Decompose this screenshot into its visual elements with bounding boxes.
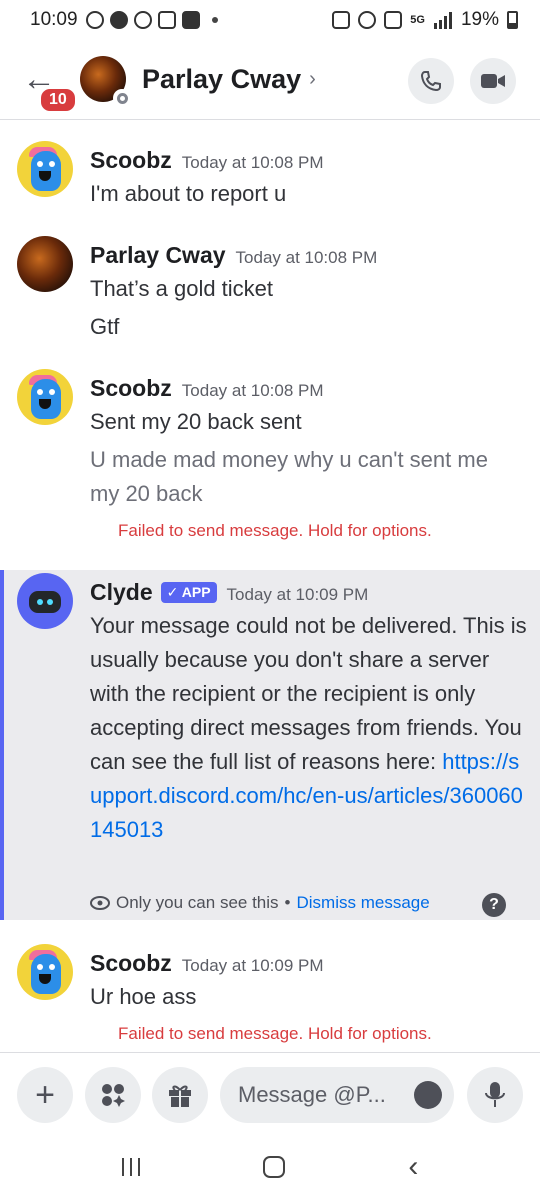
avatar[interactable] [17,141,73,197]
battery-icon [507,11,518,29]
channel-title-text: Parlay Cway [142,64,302,94]
message-input-container[interactable] [220,1067,454,1123]
alarm-icon [358,11,377,29]
folder-icon [181,11,200,29]
timestamp: Today at 10:08 PM [235,248,378,267]
dismiss-message-link[interactable]: Dismiss message [296,893,429,913]
author-name[interactable]: Scoobz Today at 10:09 PM [90,950,324,977]
eye-icon [90,896,110,910]
message-text: Ur hoe ass [90,984,197,1009]
ephemeral-notice: Only you can see this • Dismiss message [90,893,430,913]
gift-icon [169,1085,191,1107]
offline-status-icon [113,89,131,107]
failed-send-notice[interactable]: Failed to send message. Hold for options… [118,521,432,541]
voice-message-button[interactable] [467,1067,523,1123]
channel-title[interactable]: Parlay Cway › [142,64,316,95]
battery-percent: 19% [460,9,499,30]
attach-button[interactable]: + [17,1067,73,1123]
voice-call-button[interactable] [408,58,454,104]
status-time: 10:09 [30,9,78,30]
channel-header: ← 10 Parlay Cway › [0,40,540,120]
message-text: Your message could not be delivered. Thi… [90,609,530,847]
timestamp: Today at 10:08 PM [181,153,324,172]
more-notifications-icon [211,17,218,23]
emoji-icon[interactable] [414,1081,442,1109]
network-type: 5G [410,14,425,26]
notification-icons [85,11,218,29]
video-call-button[interactable] [470,58,516,104]
message-list[interactable]: Scoobz Today at 10:08 PM I'm about to rep… [0,121,540,1051]
avatar[interactable] [17,944,73,1000]
mute-icon [384,11,403,29]
microphone-icon [485,1082,505,1107]
game-icon [133,11,152,29]
author-name[interactable]: Scoobz Today at 10:08 PM [90,147,324,174]
timestamp: Today at 10:08 PM [181,381,324,400]
message-text: I'm about to report u [90,181,287,206]
chevron-right-icon: › [309,68,316,90]
author-name[interactable]: Parlay Cway Today at 10:08 PM [90,242,377,269]
nav-back-icon[interactable]: ‹ [408,1151,418,1182]
avatar[interactable] [17,369,73,425]
avatar[interactable] [17,236,73,292]
apps-button[interactable] [85,1067,141,1123]
status-bar: 10:09 5G 19% [0,0,540,40]
system-nav-bar: ‹ [0,1133,540,1200]
recent-apps-icon[interactable] [121,1157,140,1176]
separator: • [284,893,291,912]
messages-icon [109,11,128,29]
author-name[interactable]: Clyde ✓ APP Today at 10:09 PM [90,579,368,606]
plus-icon: + [35,1076,55,1114]
pending-message-text: U made mad money why u can't sent me my … [90,447,488,506]
signal-icon [433,12,452,29]
message-input[interactable] [238,1082,398,1108]
system-icons: 5G 19% [332,9,518,31]
message-text: Gtf [90,314,120,339]
timestamp: Today at 10:09 PM [181,956,324,975]
message-text: That’s a gold ticket [90,276,274,301]
back-button[interactable]: ← 10 [22,62,78,114]
unread-badge: 10 [38,86,78,114]
only-you-text: Only you can see this [116,893,279,912]
instagram-icon [157,11,176,29]
help-icon[interactable]: ? [482,893,506,917]
whatsapp-icon [85,11,104,29]
message-composer: + [0,1052,540,1132]
home-icon[interactable] [262,1155,285,1178]
gift-button[interactable] [152,1067,208,1123]
failed-send-notice[interactable]: Failed to send message. Hold for options… [118,1024,432,1044]
message-text: Sent my 20 back sent [90,409,302,434]
apps-icon [102,1084,125,1107]
header-avatar[interactable] [80,56,131,107]
author-name[interactable]: Scoobz Today at 10:08 PM [90,375,324,402]
avatar[interactable] [17,573,73,629]
video-camera-icon [481,74,505,88]
app-tag: ✓ APP [160,582,217,603]
phone-icon [420,71,441,92]
lock-icon [332,11,351,29]
discord-dm-screen: 10:09 5G 19% ← 10 Parlay Cway › Scoobz T… [0,0,540,1200]
timestamp: Today at 10:09 PM [226,585,369,604]
